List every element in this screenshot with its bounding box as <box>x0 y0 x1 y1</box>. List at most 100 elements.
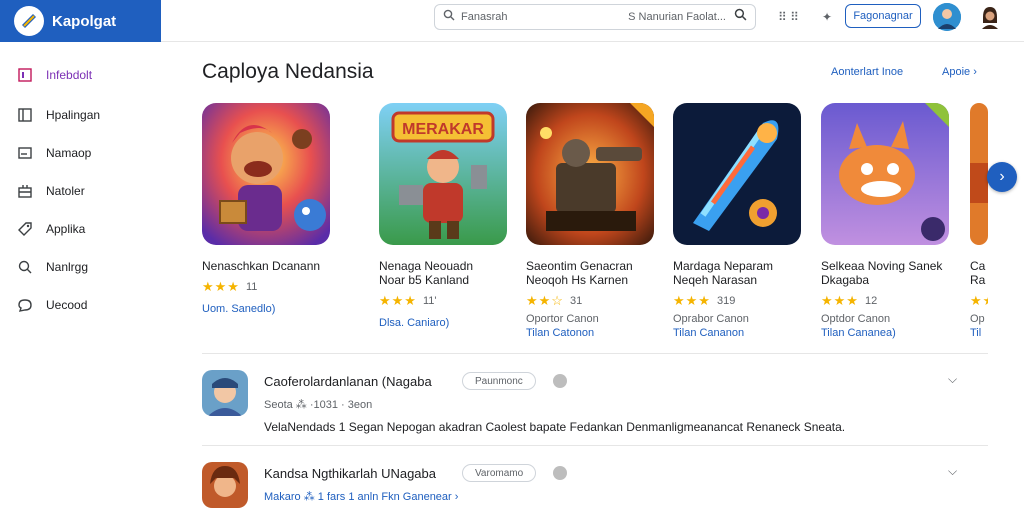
brand-title: Kapolgat <box>52 12 117 30</box>
app-category[interactable]: Dlsa. Caniaro) <box>379 317 509 329</box>
app-rating: ★★★ 11 <box>202 279 332 295</box>
sidebar: Infebdolt Hpalingan Namaop Natoler Appli… <box>0 42 162 512</box>
list-item-title[interactable]: Caoferolardanlanan (Nagaba <box>264 374 432 389</box>
search-submit-icon[interactable] <box>734 8 747 26</box>
app-name: Saeontim Genacran Neoqoh Hs Karnen <box>526 259 633 287</box>
app-card[interactable]: Selkeaa Noving Sanek Dkagaba ★★★ 12 Optdor… <box>821 103 951 339</box>
app-avatar <box>202 370 248 416</box>
list-item[interactable]: Kandsa Ngthikarlah UNagaba Varomamo ⌵ Ma… <box>202 462 988 512</box>
sidebar-item-label: Hpalingan <box>46 108 101 122</box>
sparkle-icon[interactable]: ✦ <box>822 10 832 24</box>
app-category[interactable]: Tilan Catonon <box>526 327 656 339</box>
app-card[interactable]: Saeontim Genacran Neoqoh Hs Karnen ★★☆ 31 … <box>526 103 656 339</box>
app-name: Nenaga Neouadn Noar b5 Kanland <box>379 259 474 287</box>
app-card[interactable]: CaRa ★★ Op Til <box>970 103 988 339</box>
divider <box>202 353 988 354</box>
search-placeholder: Fanasrah <box>461 11 508 23</box>
app-logo-icon <box>14 6 44 36</box>
status-badge[interactable]: Paunmonc <box>462 372 536 390</box>
rating-count: 12 <box>864 295 878 307</box>
top-action-button[interactable]: Fagonagnar <box>845 4 921 28</box>
sidebar-item-label: Applika <box>46 222 86 236</box>
app-name: Mardaga Neparam Neqeh Narasan <box>673 259 774 287</box>
sidebar-item-home[interactable]: Infebdolt <box>16 64 92 86</box>
list-item-title[interactable]: Kandsa Ngthikarlah UNagaba <box>264 466 436 481</box>
see-more-link[interactable]: Aonterlart Inoe <box>831 66 903 78</box>
brand[interactable]: Kapolgat <box>0 0 161 42</box>
list-item-meta: Seota ⁂ ·1031 · 3eon <box>264 399 373 411</box>
app-category[interactable]: Tilan Cananea) <box>821 327 951 339</box>
app-developer: Oportor Canon <box>526 313 599 325</box>
chat-icon <box>16 296 34 314</box>
verified-icon <box>553 466 567 480</box>
app-category[interactable]: Tilan Cananon <box>673 327 803 339</box>
app-category[interactable]: Til <box>970 327 988 339</box>
rating-count: 11 <box>245 281 258 293</box>
sidebar-item-label: Uecood <box>46 298 88 312</box>
search-icon <box>443 8 455 26</box>
tag-icon <box>16 220 34 238</box>
sidebar-item-label: Natoler <box>46 184 85 198</box>
app-developer: Oprabor Canon <box>673 313 749 325</box>
app-thumbnail[interactable] <box>202 103 330 245</box>
library-icon <box>16 106 34 124</box>
search-secondary-text: S Nanurian Faolat... <box>628 11 726 23</box>
sidebar-item-window[interactable]: Namaop <box>16 142 91 164</box>
chevron-down-icon[interactable]: ⌵ <box>948 464 957 479</box>
app-thumbnail[interactable] <box>821 103 949 245</box>
app-rating: ★★★ 12 <box>821 293 951 309</box>
profile-avatar[interactable] <box>933 3 961 31</box>
rating-count: 11' <box>422 295 437 307</box>
svg-text:MERAKAR: MERAKAR <box>402 121 484 138</box>
home-icon <box>16 66 34 84</box>
star-rating-icon: ★★★ <box>202 279 240 294</box>
rating-count: 31 <box>569 295 583 307</box>
list-item[interactable]: Caoferolardanlanan (Nagaba Paunmonc ⌵ Se… <box>202 370 988 440</box>
sidebar-item-label: Namaop <box>46 146 92 160</box>
star-rating-icon: ★★★ <box>379 293 417 308</box>
app-name: Selkeaa Noving Sanek Dkagaba <box>821 259 943 287</box>
app-developer: Optdor Canon <box>821 313 891 325</box>
app-thumbnail[interactable]: MERAKAR <box>379 103 507 245</box>
sidebar-item-tag[interactable]: Applika <box>16 218 85 240</box>
sidebar-item-library[interactable]: Hpalingan <box>16 104 100 126</box>
sidebar-item-search[interactable]: Nanlrgg <box>16 256 88 278</box>
star-rating-icon: ★★ <box>970 293 988 308</box>
status-badge[interactable]: Varomamo <box>462 464 537 482</box>
star-rating-icon: ★★★ <box>821 293 859 308</box>
app-thumbnail[interactable] <box>526 103 654 245</box>
star-rating-icon: ★★★ <box>673 293 711 308</box>
star-rating-icon: ★★☆ <box>526 293 564 308</box>
sidebar-item-label: Infebdolt <box>46 68 93 82</box>
app-avatar <box>202 462 248 508</box>
search-bar[interactable]: Fanasrah S Nanurian Faolat... <box>434 4 756 30</box>
app-card[interactable]: Mardaga Neparam Neqeh Narasan ★★★ 319 Opra… <box>673 103 803 339</box>
app-developer: Op <box>970 313 985 325</box>
app-category[interactable]: Uom. Sanedlo) <box>202 303 332 315</box>
rating-count: 319 <box>716 295 736 307</box>
list-item-description: VelaNendads 1 Segan Nepogan akadran Caol… <box>264 420 846 434</box>
account-avatar[interactable] <box>976 3 1004 31</box>
app-name: Ca Ra <box>970 259 986 287</box>
app-rating: ★★★ 319 <box>673 293 803 309</box>
divider <box>202 445 988 446</box>
apps-link[interactable]: Apoie › <box>942 66 977 78</box>
sidebar-item-grid[interactable]: Natoler <box>16 180 85 202</box>
more-apps-icon[interactable]: ⠿ ⠿ <box>778 10 799 24</box>
search-icon <box>16 258 34 276</box>
app-rating: ★★☆ 31 <box>526 293 656 309</box>
app-thumbnail[interactable] <box>970 103 988 245</box>
sidebar-item-chat[interactable]: Uecood <box>16 294 87 316</box>
window-icon <box>16 144 34 162</box>
app-thumbnail[interactable] <box>673 103 801 245</box>
grid-icon <box>16 182 34 200</box>
app-card[interactable]: MERAKAR Nenaga Neouadn Noar b5 Kanland ★★… <box>379 103 509 329</box>
section-title: Caploya Nedansia <box>202 60 374 83</box>
app-name: Nenaschkan Dcanann <box>202 259 321 273</box>
app-rating: ★★ <box>970 293 988 309</box>
chevron-right-icon: › <box>999 168 1005 185</box>
list-item-meta[interactable]: Makaro ⁂ 1 fars 1 anln Fkn Ganenear › <box>264 490 458 503</box>
carousel-next-button[interactable]: › <box>987 162 1017 192</box>
app-card[interactable]: Nenaschkan Dcanann ★★★ 11 Uom. Sanedlo) <box>202 103 332 315</box>
chevron-down-icon[interactable]: ⌵ <box>948 372 957 387</box>
